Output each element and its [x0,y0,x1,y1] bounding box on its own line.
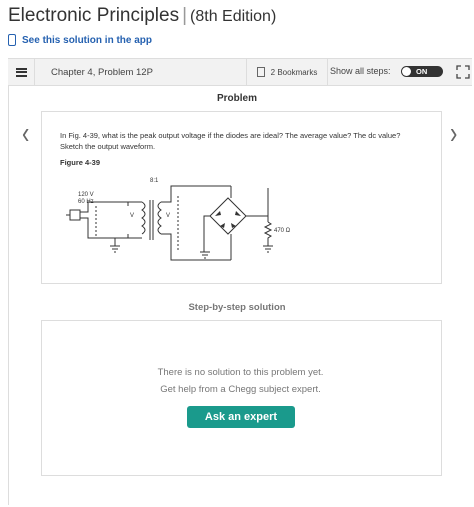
figure-resistor: 470 Ω [274,228,291,234]
show-steps-toggle[interactable]: ON [401,66,443,77]
toolbar: Chapter 4, Problem 12P 2 Bookmarks Show … [8,58,472,86]
panel-divider [8,85,9,505]
prev-arrow-icon[interactable]: ‹ [22,115,29,151]
bookmark-icon [256,67,265,77]
show-steps-label: Show all steps: [330,66,391,76]
figure-source: 120 V [78,192,94,198]
figure-frequency: 60 Hz [78,199,94,205]
figure-v2: V [166,213,170,219]
toggle-knob [402,67,411,76]
list-icon [15,67,27,77]
phone-icon [8,34,16,46]
expand-icon[interactable] [456,65,470,79]
circuit-figure: 8:1 120 V 60 Hz V V 470 Ω [66,178,291,261]
figure-ratio: 8:1 [150,178,159,184]
book-title-text: Electronic Principles [8,5,180,26]
no-solution-text: There is no solution to this problem yet… [157,367,324,378]
get-help-text: Get help from a Chegg subject expert. [160,384,321,395]
figure-v1: V [130,213,134,219]
app-link-label: See this solution in the app [22,34,153,46]
bookmarks-button[interactable]: 2 Bookmarks [246,59,328,85]
solution-card [41,320,442,476]
ask-expert-button[interactable]: Ask an expert [187,406,295,428]
figure-label: Figure 4-39 [60,158,101,167]
toggle-label: ON [416,67,428,76]
problem-heading: Problem [216,93,257,104]
title-separator: | [182,5,188,26]
menu-button[interactable] [8,59,35,85]
solution-heading: Step-by-step solution [188,302,286,313]
app-link[interactable]: See this solution in the app [8,34,152,46]
chapter-label: Chapter 4, Problem 12P [51,67,153,78]
bookmarks-label: 2 Bookmarks [270,67,318,77]
problem-text: In Fig. 4-39, what is the peak output vo… [60,131,401,151]
next-arrow-icon[interactable]: › [450,115,457,151]
book-edition: (8th Edition) [190,8,277,25]
book-title: Electronic Principles | (8th Edition) [8,5,276,27]
